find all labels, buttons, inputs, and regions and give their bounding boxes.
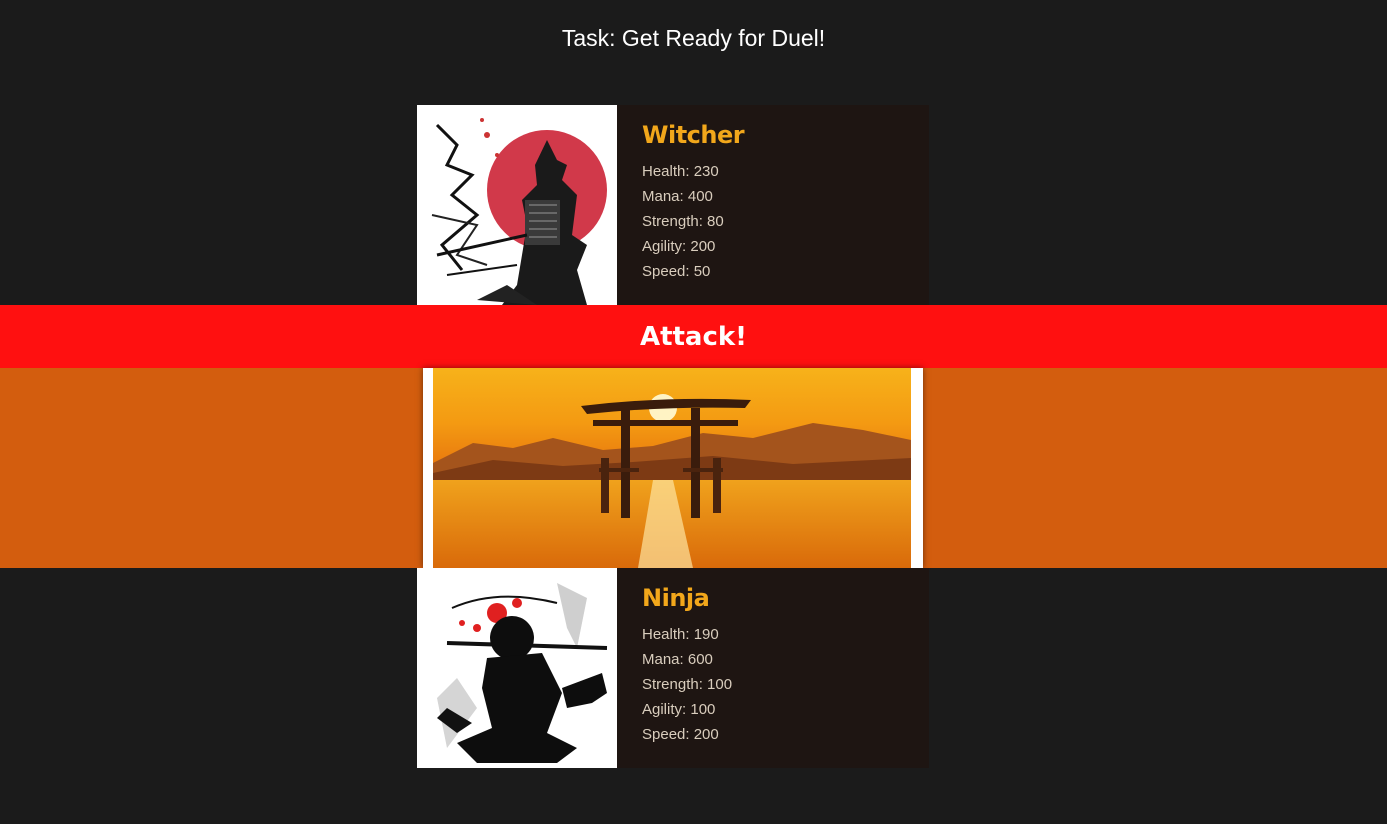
stat-mana: Mana: 600 (642, 651, 713, 668)
stat-strength: Strength: 80 (642, 213, 724, 230)
stat-mana: Mana: 400 (642, 188, 713, 205)
stat-health: Health: 190 (642, 626, 719, 643)
player-name: Ninja (642, 584, 710, 612)
witcher-portrait (417, 105, 617, 305)
arena-image-frame (423, 368, 923, 568)
arena-image (433, 368, 911, 568)
task-title: Task: Get Ready for Duel! (561, 25, 826, 51)
attack-button[interactable]: Attack! (0, 305, 1387, 368)
stat-speed: Speed: 50 (642, 263, 711, 280)
stat-strength: Strength: 100 (642, 676, 733, 693)
player-card-ninja: Ninja Health: 190 Mana: 600 Strength: 10… (417, 568, 929, 768)
stat-speed: Speed: 200 (642, 726, 719, 743)
stat-health: Health: 230 (642, 163, 719, 180)
player-name: Witcher (642, 121, 745, 149)
witcher-stats: Witcher Health: 230 Mana: 400 Strength: … (617, 105, 745, 305)
arena-strip (0, 368, 1387, 568)
stat-agility: Agility: 200 (642, 238, 716, 255)
stat-agility: Agility: 100 (642, 701, 716, 718)
player-card-witcher: Witcher Health: 230 Mana: 400 Strength: … (417, 105, 929, 305)
ninja-stats: Ninja Health: 190 Mana: 600 Strength: 10… (617, 568, 732, 768)
attack-label: Attack! (639, 321, 748, 352)
ninja-portrait (417, 568, 617, 768)
